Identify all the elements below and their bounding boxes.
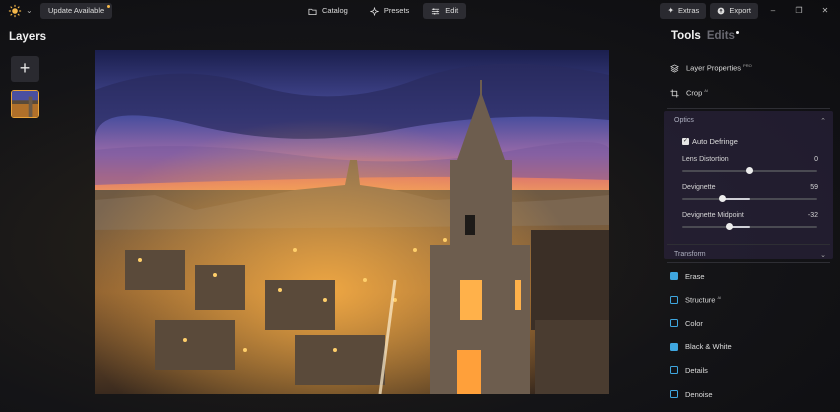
denoise-icon [670,390,678,398]
pro-badge: PRO [743,63,752,69]
update-label: Update Available [48,6,105,15]
eraser-icon [670,272,678,280]
tab-catalog-label: Catalog [322,6,348,15]
slider-handle[interactable] [746,167,753,174]
export-label: Export [729,6,751,15]
crop-label: Crop [686,88,703,98]
top-bar: ⌄ Update Available Catalog Presets Edit … [0,0,840,22]
devignette-label: Devignette [682,184,716,191]
details-icon [670,366,678,375]
erase-item[interactable]: Erase [670,270,705,282]
tab-edits-label: Edits [706,30,735,42]
sparkle-icon [369,6,379,16]
structure-item[interactable]: Structure AI [670,294,721,306]
auto-defringe-checkbox[interactable]: ✓ [682,138,689,145]
slider-handle[interactable] [725,223,733,230]
sliders-icon [432,7,440,15]
minimize-icon[interactable]: – [762,3,784,19]
black-white-icon [670,342,678,351]
lens-distortion-label: Lens Distortion [682,156,729,163]
lens-distortion-value[interactable]: 0 [814,156,818,163]
divider [667,244,830,245]
details-item[interactable]: Details [670,364,708,376]
divider [667,262,830,263]
tab-catalog[interactable]: Catalog [300,3,356,19]
layer-thumbnail[interactable] [11,90,39,118]
layers-title: Layers [9,31,47,43]
tool-label: Erase [685,271,705,281]
slider-handle[interactable] [719,195,726,202]
panel-tabs: Tools Edits [671,30,739,42]
tool-label: Color [685,318,703,328]
lens-distortion-slider[interactable] [682,167,817,174]
devignette-midpoint-value[interactable]: -32 [808,212,818,219]
photo-canvas[interactable] [95,50,609,394]
mode-tabs: Catalog Presets Edit [300,3,467,19]
extras-label: Extras [678,6,700,15]
tools-panel: Tools Edits Layer Properties PRO Crop AI O… [664,22,840,412]
auto-defringe-label: Auto Defringe [692,137,738,146]
update-available-button[interactable]: Update Available [40,3,113,19]
slider-fill [722,198,750,200]
tab-edit[interactable]: Edit [423,3,467,19]
chevron-up-icon[interactable]: ⌃ [820,117,826,125]
add-layer-button[interactable]: + [11,56,39,82]
restore-icon[interactable]: ❐ [788,3,810,19]
tool-label: Details [685,365,708,375]
tab-presets-label: Presets [383,6,410,15]
chevron-down-icon[interactable]: ⌄ [820,251,826,259]
tab-edits[interactable]: Edits [706,30,739,42]
devignette-midpoint-label: Devignette Midpoint [682,212,744,219]
ai-badge: AI [717,294,722,300]
chevron-down-icon[interactable]: ⌄ [26,4,33,18]
crop-icon [670,88,679,98]
extras-button[interactable]: ✦ Extras [660,3,707,19]
close-icon[interactable]: ✕ [814,3,836,19]
layer-properties-label: Layer Properties [686,63,742,73]
top-right-controls: ✦ Extras Export – ❐ ✕ [660,3,836,19]
ai-badge: AI [704,88,709,94]
tab-edit-label: Edit [445,6,459,15]
notification-dot [735,31,739,34]
transform-header[interactable]: Transform [674,251,706,258]
layers-icon [670,63,679,73]
sun-logo-icon[interactable] [8,4,24,18]
crop-item[interactable]: Crop AI [670,86,708,100]
black-white-item[interactable]: Black & White [670,341,732,353]
tab-presets[interactable]: Presets [362,3,417,19]
layer-properties-item[interactable]: Layer Properties PRO [670,61,752,75]
optics-header[interactable]: Optics [674,117,694,124]
sparkle-icon: ✦ [667,6,675,15]
tab-tools[interactable]: Tools [671,30,701,42]
devignette-midpoint-slider[interactable] [682,223,817,230]
tool-label: Denoise [685,389,713,399]
tool-label: Black & White [685,342,732,352]
tool-label: Structure [685,295,716,305]
divider [667,108,830,109]
notification-dot [107,5,111,8]
color-item[interactable]: Color [670,317,703,329]
export-button[interactable]: Export [710,3,758,19]
color-icon [670,319,678,328]
export-icon [717,7,725,15]
structure-icon [670,295,678,304]
denoise-item[interactable]: Denoise [670,388,713,400]
devignette-slider[interactable] [682,195,817,202]
folder-icon [308,8,317,15]
devignette-value[interactable]: 59 [810,184,818,191]
